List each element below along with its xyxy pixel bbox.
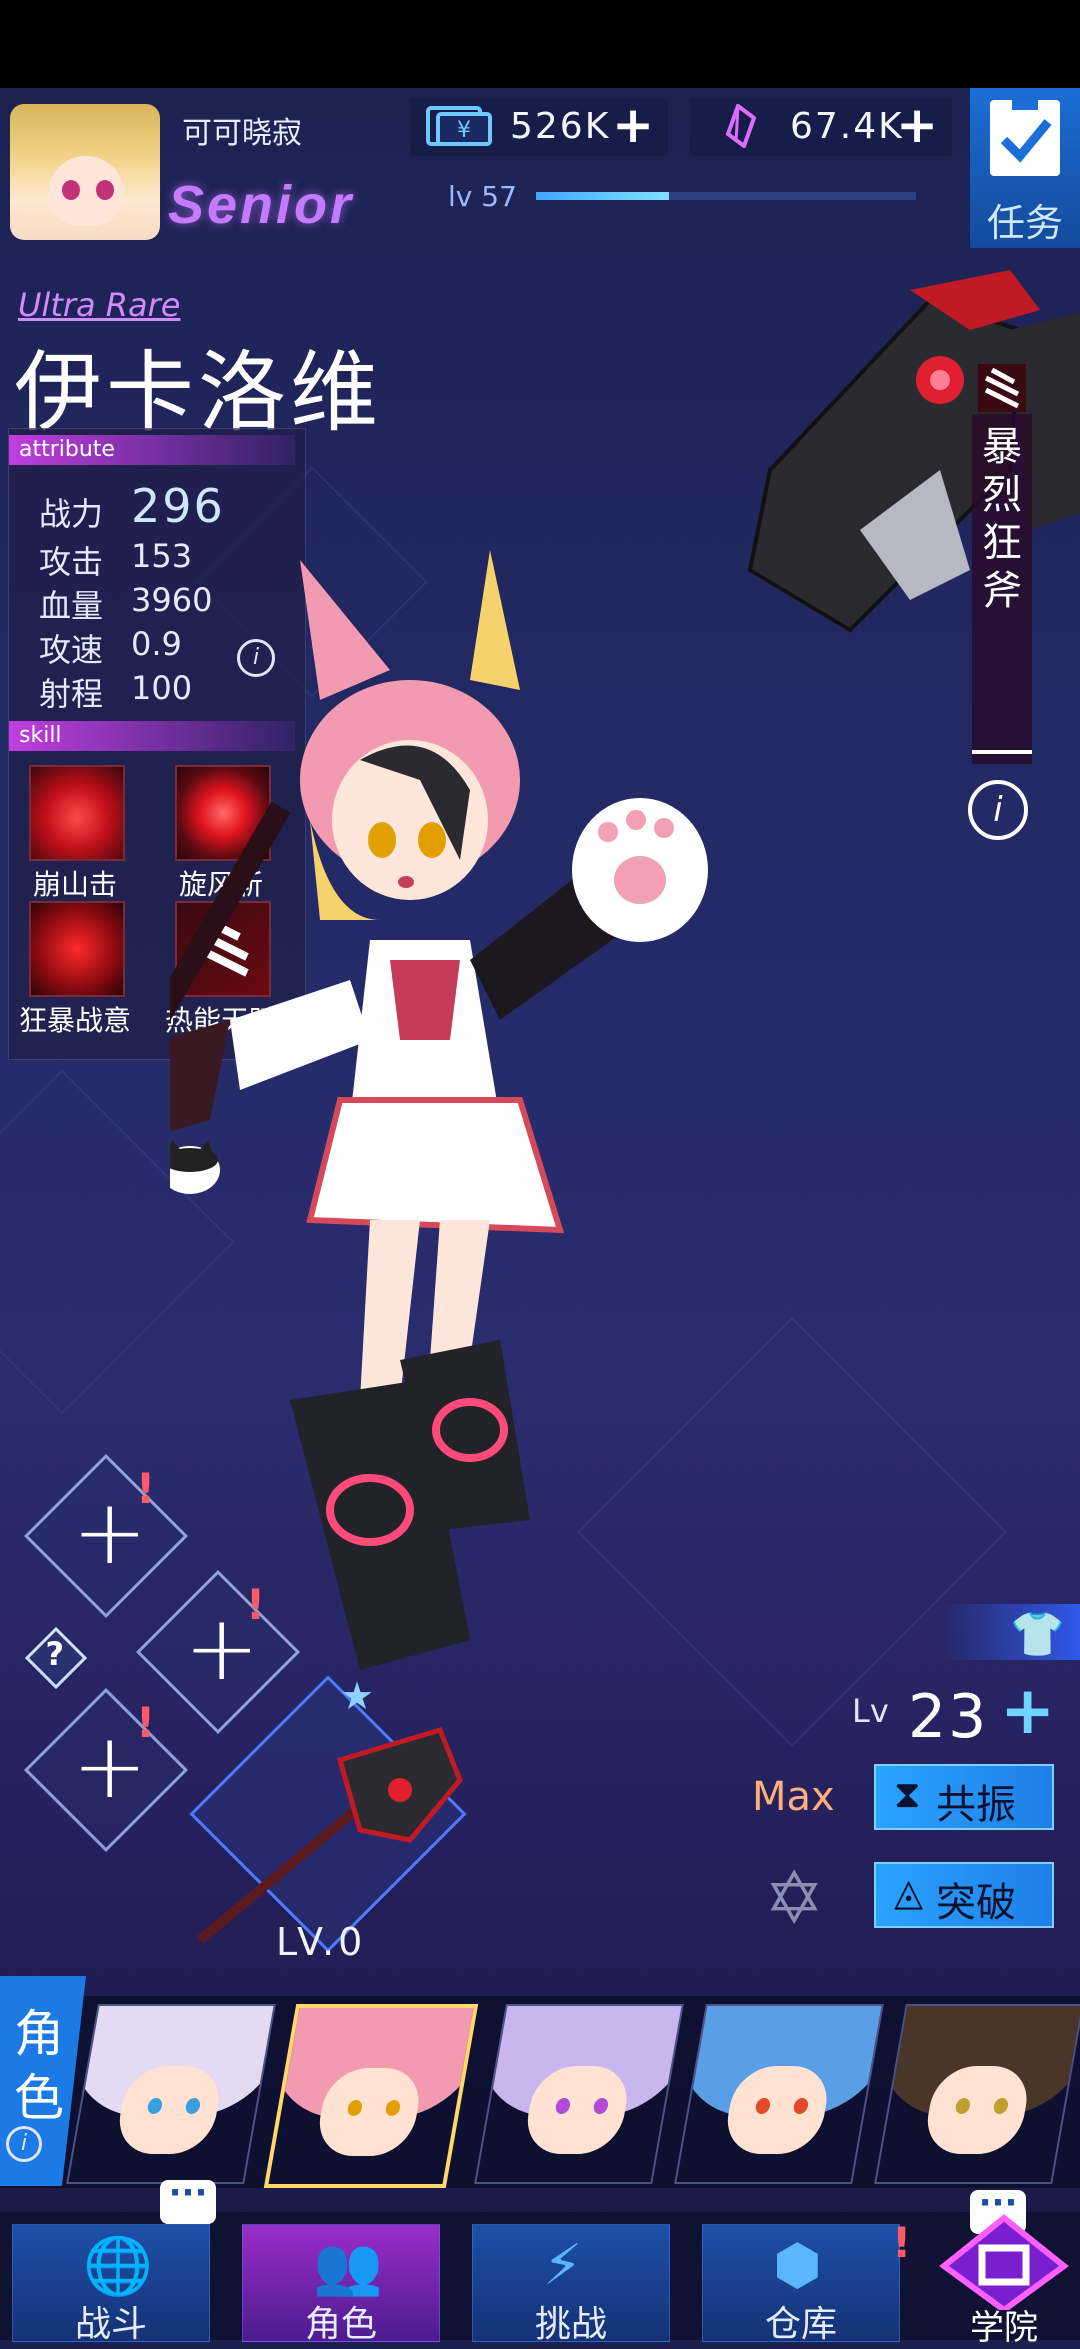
alert-icon: ! [892,2218,912,2267]
nav-label: 学院 [970,2308,1038,2348]
roster-card[interactable] [874,2004,1080,2184]
roster-label-char: 角 [14,2005,64,2063]
nav-label: 战斗 [74,2304,147,2345]
svg-text:¥: ¥ [457,118,471,143]
weapon-name-char: 斧 [982,568,1022,614]
add-yen-button[interactable]: + [612,100,654,150]
star-icon: ★ [340,1674,375,1718]
nav-label: 角色 [304,2304,377,2345]
player-avatar[interactable] [10,104,160,240]
weapon-name-panel[interactable]: 暴 烈 狂 斧 [972,364,1032,764]
nav-tab-challenge[interactable]: ⚡ 挑战 [472,2224,670,2345]
add-crystal-button[interactable]: + [896,100,938,150]
breakthrough-button[interactable]: ◬ 突破 [874,1862,1054,1928]
exp-bar [536,192,916,200]
exp-bar-fill [536,192,669,200]
currency-yen: ¥ 526K + [410,98,668,156]
max-label: Max [752,1774,835,1820]
player-name: 可可晓寂 [182,116,302,151]
axe-icon [196,1726,463,1944]
nav-tab-warehouse[interactable]: ⬢ 仓库 [702,2224,900,2345]
avatar-eye [62,180,80,200]
level-label: Lv [852,1692,889,1730]
help-icon[interactable]: ? [24,1626,88,1690]
cube-icon: ⬢ [773,2233,822,2298]
resonate-label: 共振 [936,1782,1016,1828]
alert-icon: ! [136,1698,156,1747]
currency-crystal-value: 67.4K [790,106,904,147]
stat-label: 射程 [39,675,104,713]
level-up-button[interactable]: + [1000,1672,1055,1749]
stat-row: 战力 296 [39,479,223,535]
nav-tab-academy[interactable]: 学院 [934,2214,1074,2348]
yen-ticket-icon: ¥ [426,106,492,146]
stat-label: 血量 [39,587,104,625]
skill-icon[interactable] [29,765,125,861]
player-level: lv 57 [448,180,517,213]
roster-label-char: 色 [14,2069,64,2127]
shirt-icon: 👕 [1010,1609,1065,1660]
status-bar [0,0,1080,88]
globe-icon: 🌐 [83,2234,153,2299]
task-label: 任务 [986,201,1063,245]
chat-icon[interactable]: ··· [160,2176,216,2224]
stat-label: 战力 [39,495,104,533]
hourglass-icon: ⧗ [894,1772,921,1816]
breakthrough-label: 突破 [936,1880,1016,1926]
character-level: 23 [908,1682,989,1752]
roster-card[interactable] [474,2004,684,2184]
nav-tab-battle[interactable]: 🌐 战斗 [12,2224,210,2345]
nav-label: 挑战 [534,2304,607,2345]
rarity-label: Ultra Rare [18,286,181,324]
crystal-icon [725,104,757,148]
resonate-button[interactable]: ⧗ 共振 [874,1764,1054,1830]
task-button[interactable]: 任务 [970,88,1080,248]
stat-row: 射程 100 [39,669,192,715]
weapon-level: LV.0 [276,1920,367,1964]
roster-card[interactable] [674,2004,884,2184]
skill-label: 狂暴战意 [18,1004,131,1037]
nav-tab-characters[interactable]: 👥 角色 [242,2224,440,2345]
skill-label: 崩山击 [32,868,117,901]
weapon-divider [972,750,1032,754]
hexagram-icon: ✡ [764,1856,825,1940]
nav-label: 仓库 [764,2304,837,2345]
currency-yen-value: 526K [510,106,611,147]
stat-row: 攻速 0.9 [39,625,182,671]
lightning-icon: ⚡ [543,2233,583,2298]
people-icon: 👥 [313,2234,383,2299]
stat-row: 攻击 153 [39,537,192,583]
academy-icon [939,2214,1069,2314]
skill-icon[interactable] [29,901,125,997]
alert-icon: ! [136,1464,156,1513]
triangle-icon: ◬ [894,1870,924,1914]
roster-card-selected[interactable] [263,2004,479,2188]
weapon-info-icon[interactable]: i [968,780,1028,840]
stat-row: 血量 3960 [39,581,212,627]
stat-label: 攻击 [39,543,104,581]
alert-icon: ! [246,1580,266,1629]
player-rank: Senior [168,175,355,235]
currency-crystal: 67.4K + [690,98,952,156]
roster-info-icon[interactable]: i [6,2126,42,2162]
weapon-skill-icon [978,364,1026,412]
stat-label: 攻速 [39,631,104,669]
character-illustration[interactable] [170,400,790,1680]
avatar-eye [96,180,114,200]
roster-card[interactable] [66,2004,276,2184]
outfit-button[interactable]: 👕 [940,1604,1080,1660]
checklist-icon [990,96,1060,176]
